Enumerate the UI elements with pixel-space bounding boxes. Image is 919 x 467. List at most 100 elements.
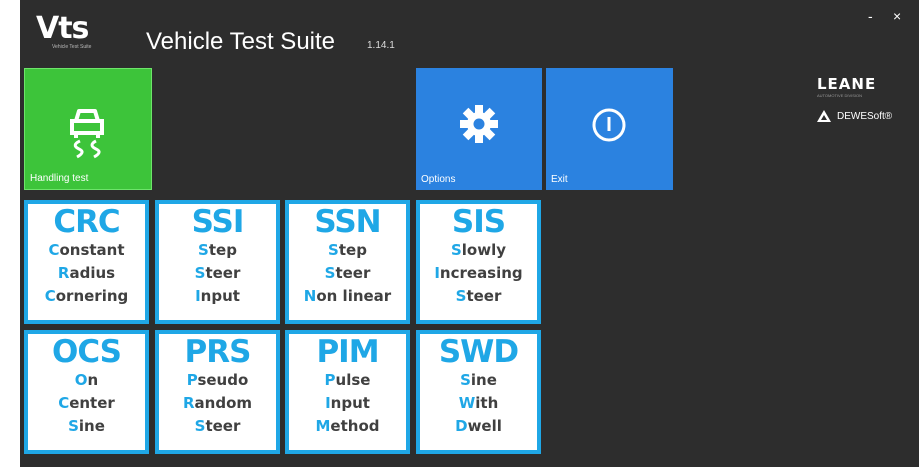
test-name-rest: teer (335, 264, 371, 282)
test-name-rest: teer (205, 264, 241, 282)
dewesoft-logo: DEWESoft® (817, 110, 892, 122)
test-name-initial: C (44, 287, 56, 305)
test-code: SSN (314, 204, 381, 240)
car-handling-icon (70, 109, 104, 159)
test-name-rest: ine (78, 417, 105, 435)
test-name-line: Step (159, 239, 276, 262)
test-code: SIS (451, 204, 506, 240)
test-name-rest: ornering (55, 287, 129, 305)
test-name-rest: seudo (197, 371, 249, 389)
test-name-line: Constant (28, 239, 145, 262)
test-code: SSI (191, 204, 245, 240)
test-name-rest: ulse (335, 371, 371, 389)
test-tile-swd[interactable]: SWD Sine With Dwell (416, 330, 541, 454)
test-name-initial: D (455, 417, 468, 435)
test-name-line: Input (289, 392, 406, 415)
test-name-rest: andom (194, 394, 253, 412)
test-name-rest: tep (208, 241, 237, 259)
test-name-rest: onstant (59, 241, 125, 259)
test-name-rest: ine (470, 371, 497, 389)
test-name-initial: S (194, 417, 206, 435)
test-name-initial: P (324, 371, 336, 389)
test-name-rest: adius (69, 264, 116, 282)
test-name-rest: enter (69, 394, 115, 412)
test-code: PIM (316, 334, 379, 370)
test-name-initial: S (324, 264, 336, 282)
vts-logo: Vts Vehicle Test Suite (36, 14, 120, 60)
test-name-line: Step (289, 239, 406, 262)
test-name-rest: ith (475, 394, 499, 412)
test-name-rest: lowly (461, 241, 507, 259)
test-name-line: Steer (289, 262, 406, 285)
test-tile-pim[interactable]: PIM Pulse Input Method (285, 330, 410, 454)
test-name-line: Steer (159, 262, 276, 285)
test-name-initial: S (328, 241, 339, 259)
options-tile[interactable]: Options (416, 68, 542, 190)
test-name-rest: teer (205, 417, 241, 435)
dewesoft-triangle-icon (817, 110, 831, 122)
gear-icon (460, 105, 498, 143)
options-label: Options (421, 174, 456, 185)
test-tile-ssn[interactable]: SSN Step Steer Non linear (285, 200, 410, 324)
test-name-line: Non linear (289, 285, 406, 308)
test-tile-ssi[interactable]: SSI Step Steer Input (155, 200, 280, 324)
test-name-initial: R (182, 394, 195, 412)
leane-subtitle: AUTOMOTIVE DIVISION (817, 93, 863, 98)
test-name-initial: C (48, 241, 60, 259)
test-tile-crc[interactable]: CRC Constant Radius Cornering (24, 200, 149, 324)
test-name-rest: ethod (330, 417, 380, 435)
test-tile-ocs[interactable]: OCS On Center Sine (24, 330, 149, 454)
leane-logo: LEANE (817, 75, 877, 93)
test-name-rest: n (87, 371, 99, 389)
test-name-initial: P (186, 371, 198, 389)
test-name-initial: S (68, 417, 79, 435)
close-button[interactable]: × (893, 8, 901, 24)
test-tile-prs[interactable]: PRS Pseudo Random Steer (155, 330, 280, 454)
test-name-initial: S (194, 264, 206, 282)
test-name-rest: on linear (316, 287, 392, 305)
test-name-line: Radius (28, 262, 145, 285)
test-name-line: Increasing (420, 262, 537, 285)
test-name-line: With (420, 392, 537, 415)
test-name-initial: O (74, 371, 88, 389)
test-name-rest: nput (200, 287, 240, 305)
test-name-initial: M (315, 417, 331, 435)
dewesoft-text: DEWESoft® (837, 110, 893, 122)
test-name-line: Sine (420, 369, 537, 392)
test-name-line: Cornering (28, 285, 145, 308)
exit-label: Exit (551, 174, 568, 185)
test-name-rest: nput (330, 394, 370, 412)
test-name-line: On (28, 369, 145, 392)
test-name-line: Pulse (289, 369, 406, 392)
test-name-line: Steer (420, 285, 537, 308)
test-code: OCS (51, 334, 122, 370)
test-name-initial: S (198, 241, 209, 259)
test-code: PRS (184, 334, 252, 370)
test-name-rest: tep (338, 241, 367, 259)
test-name-line: Steer (159, 415, 276, 438)
test-code: SWD (438, 334, 519, 370)
minimize-button[interactable]: - (868, 8, 873, 24)
power-icon (592, 108, 626, 142)
handling-test-label: Handling test (30, 173, 89, 184)
test-name-line: Method (289, 415, 406, 438)
test-name-line: Slowly (420, 239, 537, 262)
test-code: CRC (53, 204, 120, 240)
handling-test-tile[interactable]: Handling test (24, 68, 152, 190)
test-tile-sis[interactable]: SIS Slowly Increasing Steer (416, 200, 541, 324)
test-name-rest: ncreasing (439, 264, 523, 282)
test-name-line: Center (28, 392, 145, 415)
test-name-rest: teer (466, 287, 502, 305)
exit-tile[interactable]: Exit (546, 68, 673, 190)
test-name-line: Input (159, 285, 276, 308)
test-name-initial: S (450, 241, 462, 259)
test-name-initial: S (455, 287, 467, 305)
test-name-initial: S (460, 371, 471, 389)
test-name-initial: R (57, 264, 70, 282)
window-edge (0, 0, 20, 467)
test-name-line: Pseudo (159, 369, 276, 392)
test-name-line: Random (159, 392, 276, 415)
app-version: 1.14.1 (367, 40, 395, 51)
test-name-initial: W (458, 394, 476, 412)
logo-text: Vts (36, 11, 89, 46)
